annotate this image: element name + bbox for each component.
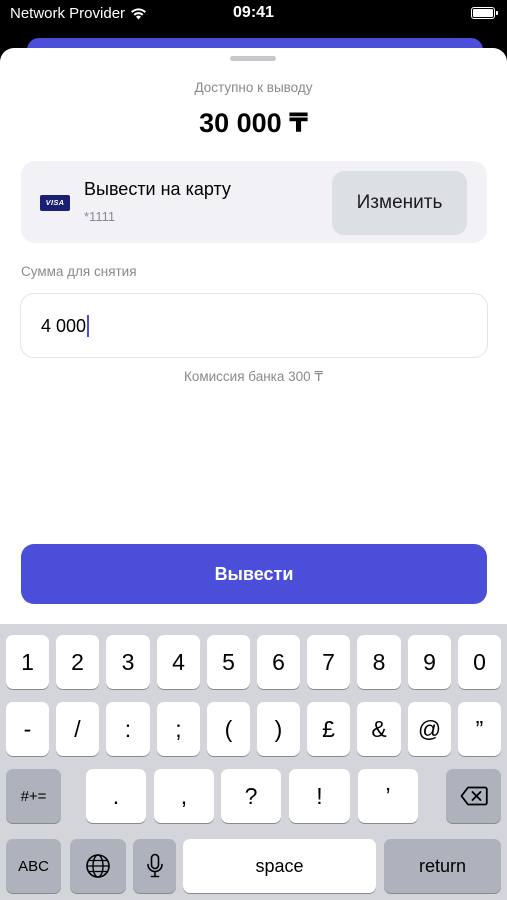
amount-input[interactable]: 4 000 bbox=[20, 293, 488, 358]
backspace-icon bbox=[460, 786, 488, 806]
key-pound[interactable]: £ bbox=[307, 702, 350, 756]
available-label: Доступно к выводу bbox=[194, 80, 313, 95]
return-key[interactable]: return bbox=[384, 839, 501, 893]
text-caret bbox=[87, 315, 90, 337]
key-ampersand[interactable]: & bbox=[357, 702, 401, 756]
key-3[interactable]: 3 bbox=[106, 635, 150, 689]
status-bar: Network Provider 09:41 bbox=[0, 0, 507, 30]
key-8[interactable]: 8 bbox=[357, 635, 401, 689]
key-slash[interactable]: / bbox=[56, 702, 99, 756]
dictation-key[interactable] bbox=[133, 839, 176, 893]
status-time: 09:41 bbox=[233, 4, 274, 21]
key-comma[interactable]: , bbox=[154, 769, 214, 823]
symbols-key[interactable]: #+= bbox=[6, 769, 61, 823]
amount-label: Сумма для снятия bbox=[21, 264, 137, 279]
key-exclamation[interactable]: ! bbox=[289, 769, 350, 823]
key-7[interactable]: 7 bbox=[307, 635, 350, 689]
space-key[interactable]: space bbox=[183, 839, 376, 893]
key-1[interactable]: 1 bbox=[6, 635, 49, 689]
battery-icon bbox=[471, 7, 498, 19]
key-hyphen[interactable]: - bbox=[6, 702, 49, 756]
amount-value: 4 000 bbox=[41, 315, 87, 336]
key-0[interactable]: 0 bbox=[458, 635, 501, 689]
key-4[interactable]: 4 bbox=[157, 635, 200, 689]
key-question[interactable]: ? bbox=[221, 769, 281, 823]
available-amount: 30 000 ₸ bbox=[199, 108, 308, 138]
visa-card-icon: VISA bbox=[40, 195, 70, 211]
microphone-icon bbox=[146, 853, 163, 878]
card-title: Вывести на карту bbox=[84, 179, 231, 199]
key-open-paren[interactable]: ( bbox=[207, 702, 250, 756]
globe-key[interactable] bbox=[70, 839, 126, 893]
key-6[interactable]: 6 bbox=[257, 635, 300, 689]
key-apostrophe[interactable]: ’ bbox=[358, 769, 418, 823]
key-9[interactable]: 9 bbox=[408, 635, 451, 689]
key-at[interactable]: @ bbox=[408, 702, 451, 756]
change-card-button[interactable]: Изменить bbox=[332, 171, 467, 235]
key-period[interactable]: . bbox=[86, 769, 146, 823]
key-quote[interactable]: ” bbox=[458, 702, 501, 756]
sheet-grabber[interactable] bbox=[230, 56, 276, 61]
card-number: *1111 bbox=[84, 209, 116, 224]
key-semicolon[interactable]: ; bbox=[157, 702, 200, 756]
key-colon[interactable]: : bbox=[106, 702, 150, 756]
bank-fee-text: Комиссия банка 300 ₸ bbox=[183, 369, 323, 384]
globe-icon bbox=[86, 854, 110, 878]
key-close-paren[interactable]: ) bbox=[257, 702, 300, 756]
key-5[interactable]: 5 bbox=[207, 635, 250, 689]
key-2[interactable]: 2 bbox=[56, 635, 99, 689]
keyboard: 1 2 3 4 5 6 7 8 9 0 - / : ; ( ) £ & @ ” … bbox=[0, 624, 507, 900]
withdraw-button[interactable]: Вывести bbox=[21, 544, 487, 604]
delete-key[interactable] bbox=[446, 769, 501, 823]
abc-key[interactable]: ABC bbox=[6, 839, 61, 893]
payout-card-row: VISA Вывести на карту *1111 Изменить bbox=[21, 161, 487, 243]
